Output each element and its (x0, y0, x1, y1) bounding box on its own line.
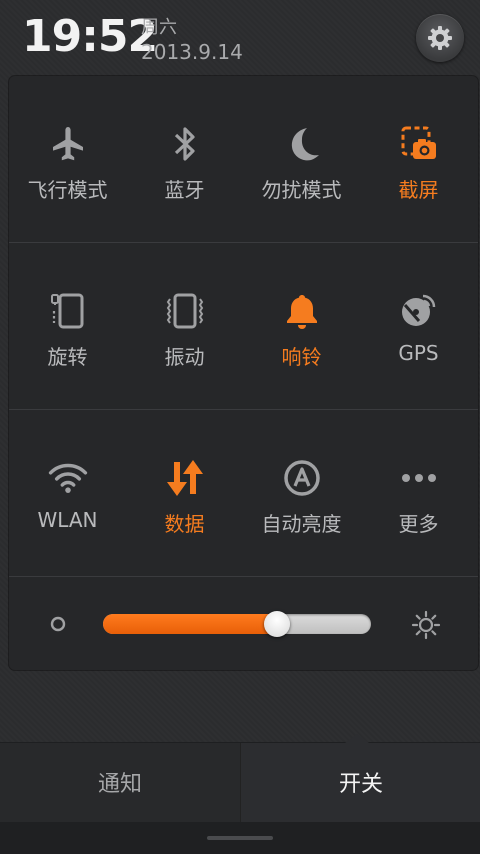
toggle-label: GPS (398, 341, 439, 365)
toggle-label: 勿扰模式 (261, 178, 342, 202)
screenshot-icon (401, 126, 436, 159)
toggle-label: 旋转 (47, 345, 88, 369)
tab-toggles[interactable]: 开关 (240, 742, 480, 822)
wifi-icon (48, 463, 87, 493)
brightness-slider-thumb[interactable] (264, 611, 290, 637)
toggle-screenshot[interactable]: 截屏 (360, 76, 477, 242)
toggle-do-not-disturb[interactable]: 勿扰模式 (243, 76, 360, 242)
toggle-rotation[interactable]: 旋转 (9, 243, 126, 409)
toggle-label: 数据 (164, 512, 205, 536)
moon-icon (291, 128, 319, 161)
tab-bar: 通知 开关 (0, 742, 480, 822)
toggle-label: 蓝牙 (164, 178, 205, 202)
clock-time: 19:52 (22, 11, 158, 62)
gps-icon (401, 294, 435, 326)
toggle-label: 响铃 (281, 345, 322, 369)
toggle-label: 更多 (398, 512, 439, 536)
toggle-label: 飞行模式 (27, 178, 108, 202)
toggle-mobile-data[interactable]: 数据 (126, 410, 243, 576)
bluetooth-icon (174, 127, 195, 161)
airplane-icon (52, 127, 83, 161)
vibrate-icon (166, 293, 203, 329)
toggle-panel: 飞行模式 蓝牙 勿扰模式 截屏 旋转 振动 响铃 GPS WLAN 数据 自动亮… (9, 76, 478, 670)
data-arrows-icon (166, 460, 203, 496)
toggle-gps[interactable]: GPS (360, 243, 477, 409)
tab-notifications[interactable]: 通知 (0, 742, 240, 822)
toggle-ringer[interactable]: 响铃 (243, 243, 360, 409)
brightness-row (9, 577, 478, 670)
date-label: 2013.9.14 (141, 40, 243, 64)
toggle-label: 截屏 (398, 178, 439, 202)
toggle-row-2: 旋转 振动 响铃 GPS (9, 243, 478, 409)
toggle-more[interactable]: 更多 (360, 410, 477, 576)
toggle-wlan[interactable]: WLAN (9, 410, 126, 576)
tab-divider (0, 742, 480, 743)
toggle-row-1: 飞行模式 蓝牙 勿扰模式 截屏 (9, 76, 478, 242)
toggle-row-3: WLAN 数据 自动亮度 更多 (9, 410, 478, 576)
settings-button[interactable] (416, 14, 464, 62)
toggle-label: WLAN (37, 508, 98, 532)
selected-tab-indicator (345, 734, 369, 743)
gear-icon (428, 26, 452, 50)
toggle-vibrate[interactable]: 振动 (126, 243, 243, 409)
more-dots-icon (401, 474, 436, 482)
rotate-icon (50, 293, 83, 329)
toggle-bluetooth[interactable]: 蓝牙 (126, 76, 243, 242)
drag-handle[interactable] (207, 836, 273, 840)
toggle-auto-brightness[interactable]: 自动亮度 (243, 410, 360, 576)
auto-brightness-icon (283, 460, 320, 496)
weekday-label: 周六 (141, 17, 177, 38)
brightness-high-icon (411, 610, 441, 640)
toggle-label: 自动亮度 (261, 512, 342, 536)
toggle-airplane-mode[interactable]: 飞行模式 (9, 76, 126, 242)
brightness-slider[interactable] (103, 611, 371, 637)
brightness-low-icon (50, 616, 66, 632)
toggle-label: 振动 (164, 345, 205, 369)
status-header: 19:52 周六 2013.9.14 (0, 0, 480, 76)
brightness-slider-fill (103, 614, 277, 634)
bell-icon (286, 295, 317, 329)
